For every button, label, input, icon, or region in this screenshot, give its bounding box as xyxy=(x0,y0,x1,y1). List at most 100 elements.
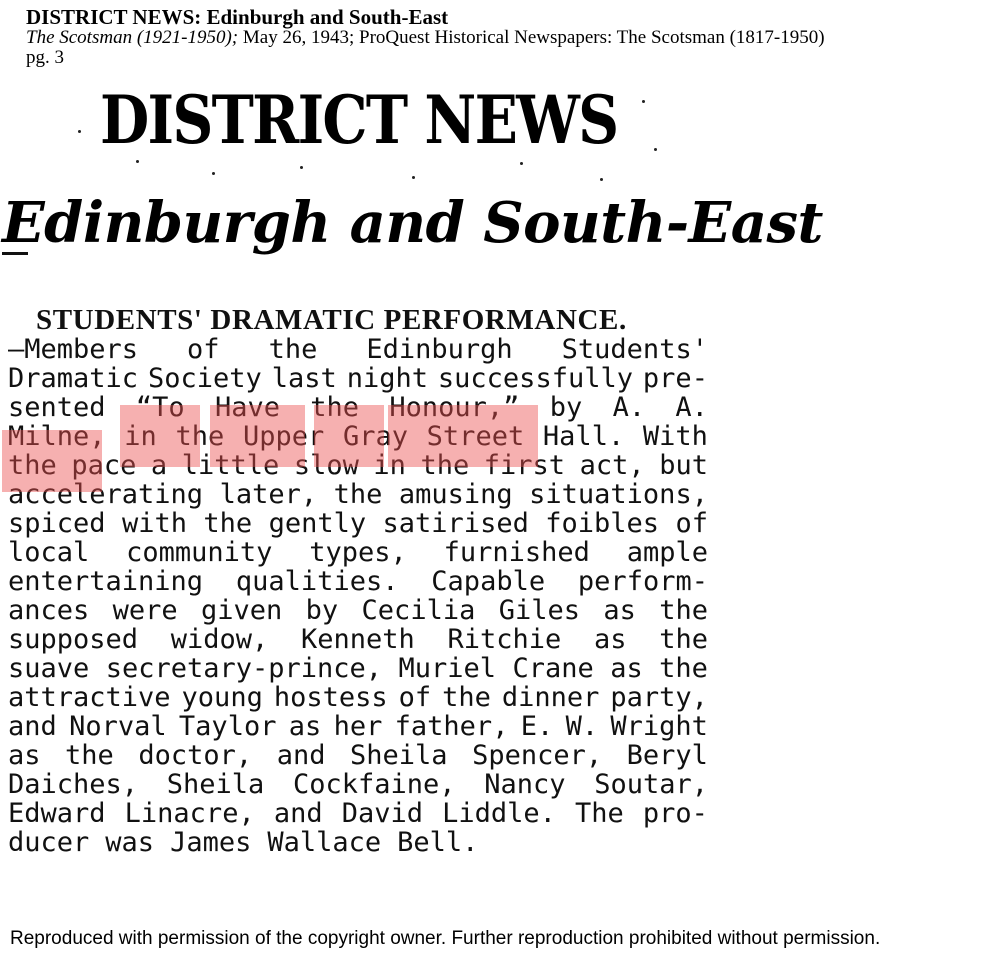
article-word: Taylor xyxy=(178,711,277,742)
article-line: supposed widow, Kenneth Ritchie as the xyxy=(8,625,708,654)
article-line: spiced with the gently satirised foibles of xyxy=(8,509,708,538)
article-word: widow, xyxy=(170,624,269,655)
article-word: and xyxy=(276,740,326,771)
copyright-notice: Reproduced with permission of the copyri… xyxy=(10,928,881,949)
article-word: furnished xyxy=(443,537,590,568)
article-word: party, xyxy=(610,682,708,713)
article-line: Dramatic Society last night successfully pre- xyxy=(8,364,708,393)
article-word: sented xyxy=(8,392,106,423)
article-word: ducer xyxy=(8,827,90,858)
article-word: Students' xyxy=(561,334,708,365)
article-word: as xyxy=(603,595,636,626)
article-word: local xyxy=(8,537,90,568)
article-word: with xyxy=(121,508,187,539)
citation-source: The Scotsman (1921-1950); xyxy=(26,27,239,48)
article-word: the xyxy=(659,624,708,655)
article-word: satirised xyxy=(382,508,529,539)
article-word: by xyxy=(549,392,583,423)
article-word: ances xyxy=(8,595,90,626)
article-word: as xyxy=(610,653,643,684)
article-word: supposed xyxy=(8,624,139,655)
highlight-box xyxy=(314,405,384,467)
article-word: the xyxy=(268,334,318,365)
article-word: the xyxy=(333,479,383,510)
article-word: as xyxy=(8,740,41,771)
article-line: as the doctor, and Sheila Spencer, Beryl xyxy=(8,741,708,770)
article-word: as xyxy=(288,711,322,742)
article-word: With xyxy=(642,421,708,452)
article-word: act, xyxy=(579,450,645,481)
article-line: local community types, furnished ample xyxy=(8,538,708,567)
article-word: as xyxy=(594,624,627,655)
article-word: night xyxy=(346,363,428,394)
article-line: ducer was James Wallace Bell. xyxy=(8,828,708,857)
article-word: of xyxy=(398,682,432,713)
article-word: Beryl xyxy=(626,740,708,771)
highlight-box xyxy=(210,405,305,467)
article-word: by xyxy=(305,595,339,626)
article-word: was xyxy=(105,827,155,858)
masthead-title: DISTRICT NEWS xyxy=(100,81,619,159)
article-line: attractive young hostess of the dinner party, xyxy=(8,683,708,712)
article-word: Edinburgh xyxy=(366,334,513,365)
article-word: Spencer, xyxy=(472,740,603,771)
article-word: Kenneth xyxy=(301,624,415,655)
article-word: A. xyxy=(612,392,646,423)
article-word: Capable xyxy=(431,566,546,597)
print-speck xyxy=(642,100,645,103)
article-line: accelerating later, the amusing situations, xyxy=(8,480,708,509)
article-word: E. xyxy=(520,711,554,742)
article-word: Cockfaine, xyxy=(292,769,456,800)
print-speck xyxy=(520,162,523,165)
article-word: The xyxy=(575,798,624,829)
article-word: Soutar, xyxy=(594,769,708,800)
article-line: ances were given by Cecilia Giles as the xyxy=(8,596,708,625)
article-word: Daiches, xyxy=(8,769,139,800)
divider-rule xyxy=(2,252,28,255)
print-speck xyxy=(300,166,303,169)
article-word: father, xyxy=(394,711,509,742)
article-word: David xyxy=(341,798,423,829)
article-word: entertaining xyxy=(8,566,204,597)
masthead-subtitle: Edinburgh and South-East xyxy=(2,190,823,256)
article-word: suave xyxy=(8,653,90,684)
article-word: James xyxy=(170,827,252,858)
article-word: Sheila xyxy=(166,769,265,800)
article-word: —Members xyxy=(8,334,139,365)
highlight-box xyxy=(2,430,102,492)
article-word: Giles xyxy=(498,595,580,626)
highlight-box xyxy=(120,405,200,467)
print-speck xyxy=(78,130,81,133)
article-word: Nancy xyxy=(484,769,566,800)
article-word: Linacre, xyxy=(124,798,255,829)
article-word: qualities. xyxy=(235,566,399,597)
print-speck xyxy=(136,160,139,163)
article-word: the xyxy=(442,682,491,713)
print-speck xyxy=(654,148,657,151)
article-word: Cecilia xyxy=(361,595,476,626)
article-word: foibles xyxy=(545,508,660,539)
article-word: Muriel xyxy=(398,653,497,684)
citation-title: DISTRICT NEWS: Edinburgh and South-East xyxy=(26,5,449,29)
article-word: situations, xyxy=(529,479,708,510)
article-headline: STUDENTS' DRAMATIC PERFORMANCE. xyxy=(36,304,627,336)
article-word: community xyxy=(126,537,273,568)
article-word: Ritchie xyxy=(447,624,562,655)
article-word: but xyxy=(659,450,708,481)
article-word: Bell. xyxy=(397,827,479,858)
article-word: Dramatic xyxy=(8,363,139,394)
citation-page: pg. 3 xyxy=(26,47,64,68)
article-line: and Norval Taylor as her father, E. W. Wright xyxy=(8,712,708,741)
article-word: spiced xyxy=(8,508,106,539)
article-word: last xyxy=(271,363,337,394)
article-word: Liddle. xyxy=(442,798,556,829)
print-speck xyxy=(600,178,603,181)
article-word: amusing xyxy=(398,479,513,510)
article-word: were xyxy=(112,595,178,626)
article-word: Sheila xyxy=(350,740,448,771)
article-line: —Members of the Edinburgh Students' xyxy=(8,335,708,364)
article-word: W. xyxy=(565,711,599,742)
article-word: the xyxy=(65,740,114,771)
article-word: dinner xyxy=(501,682,600,713)
article-word: and xyxy=(273,798,323,829)
